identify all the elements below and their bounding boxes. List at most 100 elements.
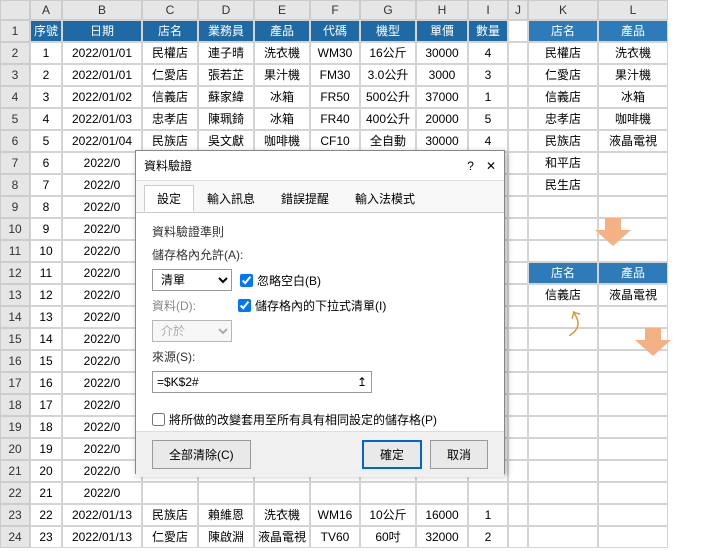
col-header[interactable]: H: [416, 0, 468, 20]
cell[interactable]: [508, 196, 528, 218]
row-header[interactable]: 11: [0, 240, 30, 262]
cell[interactable]: 4: [468, 42, 508, 64]
cell[interactable]: [508, 64, 528, 86]
cell[interactable]: 民族店: [528, 130, 598, 152]
cell[interactable]: 60吋: [360, 526, 416, 548]
cell[interactable]: 3.0公升: [360, 64, 416, 86]
cell[interactable]: [508, 20, 528, 42]
cell[interactable]: 500公升: [360, 86, 416, 108]
cell[interactable]: 12: [30, 284, 62, 306]
cell[interactable]: 10: [30, 240, 62, 262]
row-header[interactable]: 15: [0, 328, 30, 350]
cell[interactable]: [508, 504, 528, 526]
tab-ime-mode[interactable]: 輸入法模式: [342, 185, 428, 212]
cell[interactable]: 機型: [360, 20, 416, 42]
row-header[interactable]: 23: [0, 504, 30, 526]
cell[interactable]: [508, 218, 528, 240]
cell[interactable]: 22: [30, 504, 62, 526]
cell[interactable]: 冰箱: [254, 108, 310, 130]
row-header[interactable]: 4: [0, 86, 30, 108]
cell[interactable]: 11: [30, 262, 62, 284]
cell[interactable]: [508, 174, 528, 196]
cell[interactable]: 2022/0: [62, 196, 142, 218]
cell[interactable]: [528, 196, 598, 218]
cell[interactable]: [528, 350, 598, 372]
cell[interactable]: 23: [30, 526, 62, 548]
source-input[interactable]: =$K$2# ↥: [152, 371, 372, 393]
cell[interactable]: [416, 482, 468, 504]
cell[interactable]: 民族店: [142, 130, 198, 152]
cell[interactable]: [598, 460, 668, 482]
cell[interactable]: 陳啟淵: [198, 526, 254, 548]
cell[interactable]: 仁愛店: [142, 526, 198, 548]
row-header[interactable]: 5: [0, 108, 30, 130]
cell[interactable]: [528, 526, 598, 548]
row-header[interactable]: 8: [0, 174, 30, 196]
cell[interactable]: 2022/0: [62, 240, 142, 262]
col-header[interactable]: K: [528, 0, 598, 20]
dialog-titlebar[interactable]: 資料驗證 ? ✕: [136, 151, 504, 181]
col-header[interactable]: A: [30, 0, 62, 20]
cell[interactable]: 2022/0: [62, 262, 142, 284]
cell[interactable]: 2022/0: [62, 152, 142, 174]
cell[interactable]: [508, 460, 528, 482]
cell[interactable]: [598, 306, 668, 328]
cell[interactable]: 2022/0: [62, 306, 142, 328]
cell[interactable]: 日期: [62, 20, 142, 42]
cell[interactable]: [508, 284, 528, 306]
cell[interactable]: 2022/0: [62, 372, 142, 394]
cell[interactable]: [508, 108, 528, 130]
cell[interactable]: 賴維恩: [198, 504, 254, 526]
row-header[interactable]: 17: [0, 372, 30, 394]
cell[interactable]: [528, 504, 598, 526]
cell[interactable]: 2022/01/13: [62, 504, 142, 526]
cancel-button[interactable]: 取消: [430, 440, 488, 469]
tab-settings[interactable]: 設定: [144, 185, 194, 212]
cell[interactable]: 2022/0: [62, 328, 142, 350]
cell[interactable]: 9: [30, 218, 62, 240]
cell[interactable]: 2022/0: [62, 482, 142, 504]
cell[interactable]: 信義店: [528, 284, 598, 306]
cell[interactable]: 冰箱: [254, 86, 310, 108]
cell[interactable]: [508, 262, 528, 284]
cell[interactable]: [528, 438, 598, 460]
allow-select[interactable]: 清單: [152, 269, 232, 291]
row-header[interactable]: 24: [0, 526, 30, 548]
cell[interactable]: 2022/01/04: [62, 130, 142, 152]
cell[interactable]: 21: [30, 482, 62, 504]
cell[interactable]: 和平店: [528, 152, 598, 174]
col-header[interactable]: D: [198, 0, 254, 20]
cell[interactable]: CF10: [310, 130, 360, 152]
ignore-blank-checkbox[interactable]: 忽略空白(B): [240, 272, 321, 289]
row-header[interactable]: 3: [0, 64, 30, 86]
cell[interactable]: 4: [30, 108, 62, 130]
cell[interactable]: FM30: [310, 64, 360, 86]
cell[interactable]: 冰箱: [598, 86, 668, 108]
cell[interactable]: [598, 416, 668, 438]
cell[interactable]: [360, 482, 416, 504]
cell[interactable]: 5: [30, 130, 62, 152]
cell[interactable]: 忠孝店: [528, 108, 598, 130]
row-header[interactable]: 19: [0, 416, 30, 438]
cell[interactable]: 咖啡機: [598, 108, 668, 130]
cell[interactable]: 5: [468, 108, 508, 130]
cell[interactable]: 2: [468, 526, 508, 548]
cell[interactable]: 序號: [30, 20, 62, 42]
cell[interactable]: TV60: [310, 526, 360, 548]
cell[interactable]: [508, 438, 528, 460]
cell[interactable]: 1: [30, 42, 62, 64]
cell[interactable]: 洗衣機: [254, 42, 310, 64]
cell[interactable]: 張若芷: [198, 64, 254, 86]
cell[interactable]: [310, 482, 360, 504]
cell[interactable]: [598, 504, 668, 526]
cell[interactable]: 4: [468, 130, 508, 152]
col-header[interactable]: E: [254, 0, 310, 20]
cell[interactable]: 13: [30, 306, 62, 328]
cell[interactable]: 2022/01/03: [62, 108, 142, 130]
cell[interactable]: 產品: [254, 20, 310, 42]
cell[interactable]: 代碼: [310, 20, 360, 42]
row-header[interactable]: 10: [0, 218, 30, 240]
cell[interactable]: 2022/01/13: [62, 526, 142, 548]
cell[interactable]: 咖啡機: [254, 130, 310, 152]
cell[interactable]: [508, 526, 528, 548]
